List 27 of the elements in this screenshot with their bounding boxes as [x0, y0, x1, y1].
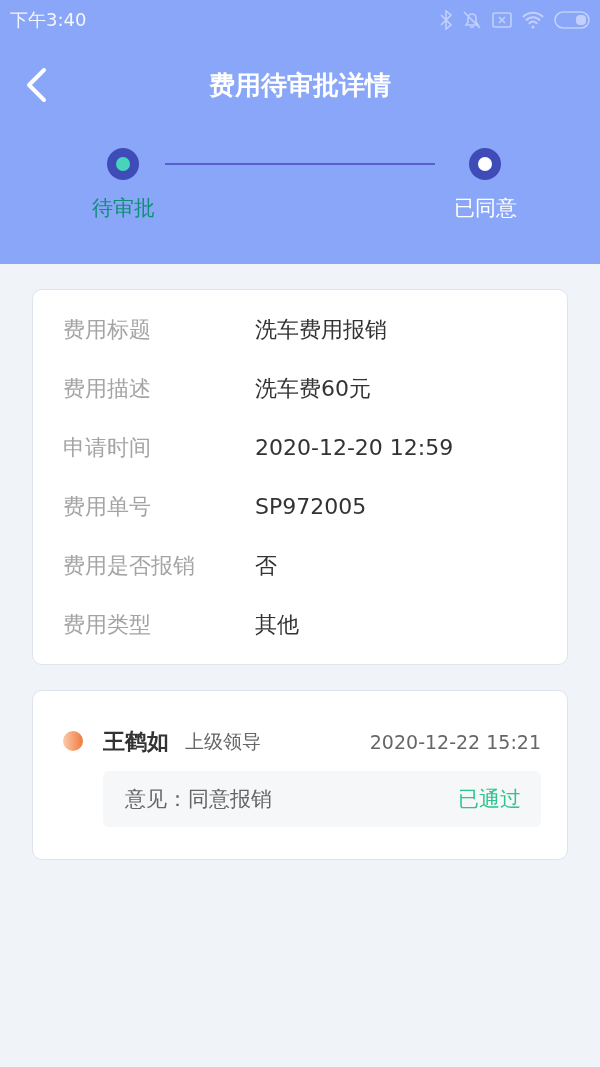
- field-value: 2020-12-20 12:59: [255, 435, 454, 460]
- sim-icon: [492, 12, 512, 28]
- timeline-dot: [63, 731, 83, 751]
- approver-name: 王鹤如: [103, 728, 169, 756]
- field-label: 费用类型: [62, 610, 152, 639]
- wifi-icon: [522, 11, 544, 29]
- field-value: 否: [255, 551, 277, 580]
- field-value: 洗车费用报销: [255, 315, 387, 344]
- muted-bell-icon: [462, 10, 482, 30]
- comment-text: 意见：同意报销: [125, 786, 272, 813]
- field-value: 其他: [255, 610, 299, 639]
- approval-status: 已通过: [458, 786, 521, 813]
- field-label: 费用单号: [62, 492, 152, 521]
- status-time: 下午3:40: [10, 8, 87, 32]
- field-label: 费用是否报销: [62, 551, 196, 580]
- step-label: 待审批: [91, 195, 155, 222]
- field-value: 洗车费60元: [255, 374, 371, 403]
- field-label: 申请时间: [62, 433, 152, 462]
- field-label: 费用标题: [62, 315, 152, 344]
- field-label: 费用描述: [62, 374, 152, 403]
- bluetooth-icon: [440, 10, 452, 30]
- page-title: 费用待审批详情: [209, 68, 391, 102]
- step-label: 已同意: [453, 195, 517, 222]
- approver-role: 上级领导: [185, 729, 261, 754]
- battery-icon: [554, 11, 590, 29]
- approval-time: 2020-12-22 15:21: [369, 731, 541, 753]
- field-value: SP972005: [255, 494, 367, 519]
